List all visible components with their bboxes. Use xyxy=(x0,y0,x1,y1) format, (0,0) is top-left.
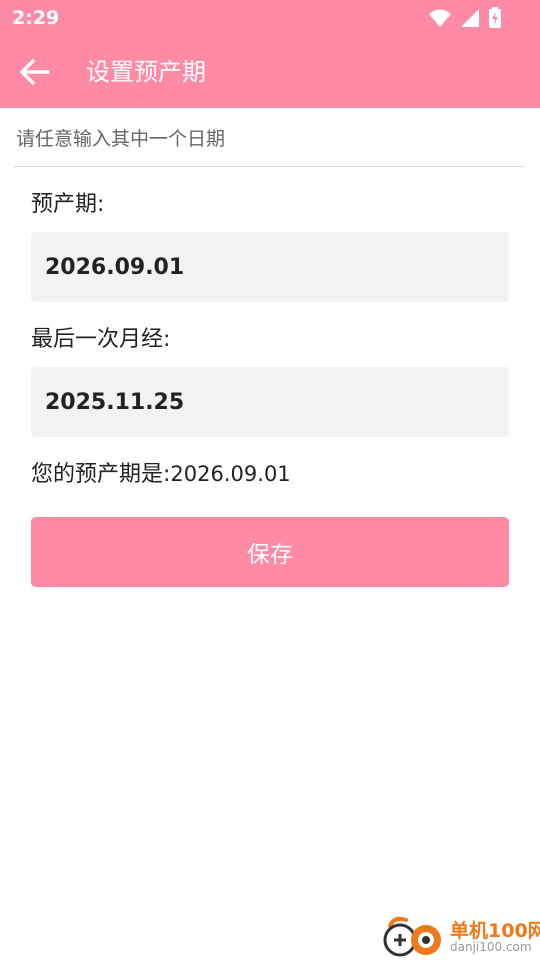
status-bar: 2:29 xyxy=(0,0,540,36)
wifi-icon xyxy=(429,9,451,27)
status-icons xyxy=(428,7,502,29)
app-bar: 设置预产期 xyxy=(0,36,540,108)
result-text: 您的预产期是:2026.09.01 xyxy=(31,456,291,488)
last-period-field[interactable] xyxy=(31,367,509,437)
result-value: 2026.09.01 xyxy=(170,462,291,486)
status-time: 2:29 xyxy=(12,7,60,29)
watermark-name: 单机100网 xyxy=(450,920,540,942)
watermark: 单机100网 danji100.com xyxy=(380,914,540,960)
watermark-url: danji100.com xyxy=(450,940,532,954)
battery-charging-icon xyxy=(489,7,501,28)
cell-signal-icon xyxy=(461,9,479,27)
divider xyxy=(14,166,525,167)
back-button[interactable] xyxy=(14,52,56,92)
watermark-logo-icon xyxy=(383,916,441,957)
result-label: 您的预产期是: xyxy=(31,462,171,487)
page-title: 设置预产期 xyxy=(86,58,206,86)
due-date-field[interactable] xyxy=(31,232,509,302)
hint-text: 请任意输入其中一个日期 xyxy=(16,128,226,150)
last-period-label: 最后一次月经: xyxy=(31,327,171,352)
arrow-left-icon xyxy=(20,59,50,85)
due-date-label: 预产期: xyxy=(31,192,105,217)
save-button[interactable]: 保存 xyxy=(31,517,509,587)
